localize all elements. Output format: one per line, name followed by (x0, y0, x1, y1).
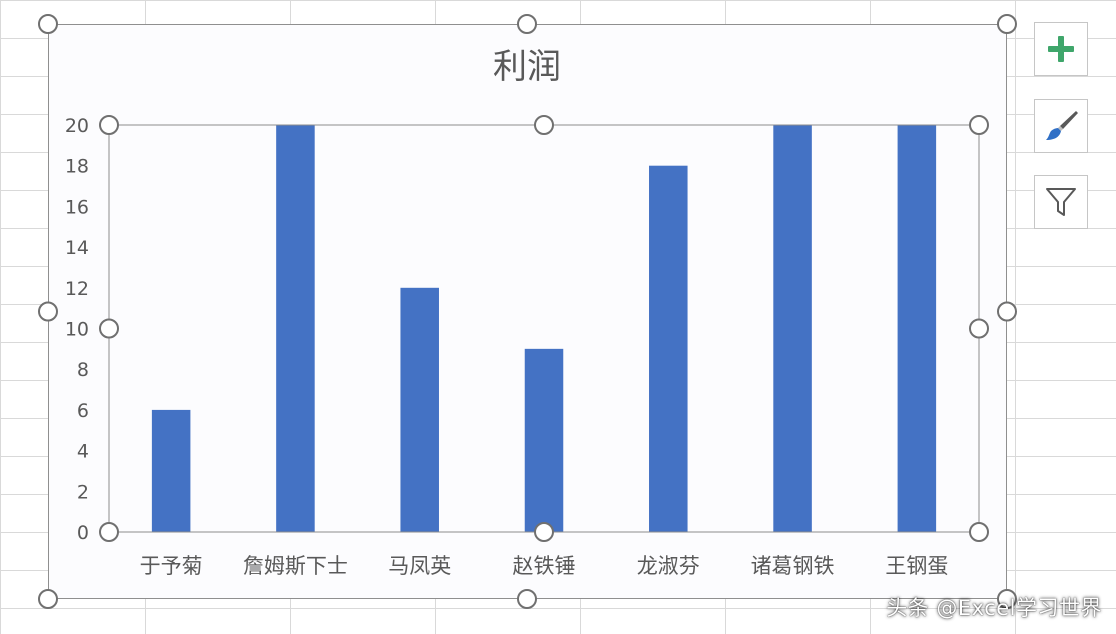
plot-area-resize-handle[interactable] (969, 522, 989, 542)
plot-area-resize-handle[interactable] (534, 115, 554, 135)
y-tick-label: 4 (77, 441, 89, 463)
chart-resize-handle[interactable] (38, 589, 58, 609)
bar[interactable] (276, 125, 315, 532)
x-tick-label: 诸葛钢铁 (751, 554, 835, 578)
chart-resize-handle[interactable] (517, 14, 537, 34)
chart-resize-handle[interactable] (38, 301, 58, 322)
chart-resize-handle[interactable] (997, 14, 1017, 34)
chart-styles-button[interactable] (1034, 99, 1088, 153)
y-axis-ticks: 0 2 4 6 8 10 12 14 16 18 20 (65, 115, 89, 544)
chart-resize-handle[interactable] (38, 14, 58, 34)
y-tick-label: 12 (65, 278, 89, 300)
y-tick-label: 14 (65, 237, 89, 259)
bar[interactable] (524, 348, 564, 532)
plot-area-resize-handle[interactable] (969, 115, 989, 135)
bars (151, 125, 937, 532)
y-tick-label: 18 (65, 156, 89, 178)
x-tick-label: 马凤英 (388, 554, 451, 578)
x-axis-labels: 于予菊 詹姆斯下士 马凤英 赵铁锤 龙淑芬 诸葛钢铁 王钢蛋 (140, 554, 949, 578)
x-tick-label: 詹姆斯下士 (243, 554, 348, 578)
plot-area-resize-handle[interactable] (99, 522, 119, 542)
plot-area-resize-handle[interactable] (969, 318, 989, 339)
chart-resize-handle[interactable] (517, 589, 537, 609)
watermark: 头条 @Excel学习世界 (886, 596, 1102, 620)
chart-resize-handle[interactable] (997, 301, 1017, 322)
bar[interactable] (400, 287, 439, 532)
y-tick-label: 6 (77, 400, 89, 422)
plus-icon (1048, 36, 1074, 62)
y-tick-label: 8 (77, 359, 89, 381)
y-tick-label: 16 (65, 196, 89, 218)
chart-elements-button[interactable] (1034, 22, 1088, 76)
y-tick-label: 20 (65, 115, 89, 137)
y-tick-label: 2 (77, 481, 89, 503)
funnel-icon (1046, 188, 1076, 216)
x-tick-label: 赵铁锤 (513, 554, 576, 578)
plot-area-resize-handle[interactable] (99, 115, 119, 135)
bar[interactable] (649, 165, 688, 532)
chart-title: 利润 (493, 47, 561, 87)
bar[interactable] (773, 125, 812, 532)
y-tick-label: 10 (65, 319, 89, 341)
plot-area-resize-handle[interactable] (534, 522, 554, 542)
x-tick-label: 于予菊 (140, 554, 203, 578)
bar[interactable] (897, 125, 937, 532)
y-tick-label: 0 (77, 522, 89, 544)
x-tick-label: 王钢蛋 (885, 554, 948, 578)
plot-area-resize-handle[interactable] (99, 318, 119, 339)
chart-filters-button[interactable] (1034, 175, 1088, 229)
bar[interactable] (151, 409, 191, 532)
paintbrush-icon (1046, 111, 1078, 140)
chart-svg: 利润 0 2 4 6 8 10 12 14 16 18 20 于予菊 詹姆斯下士 马凤英 赵铁锤 龙淑芬 诸葛… (38, 14, 1017, 609)
x-tick-label: 龙淑芬 (637, 554, 700, 578)
